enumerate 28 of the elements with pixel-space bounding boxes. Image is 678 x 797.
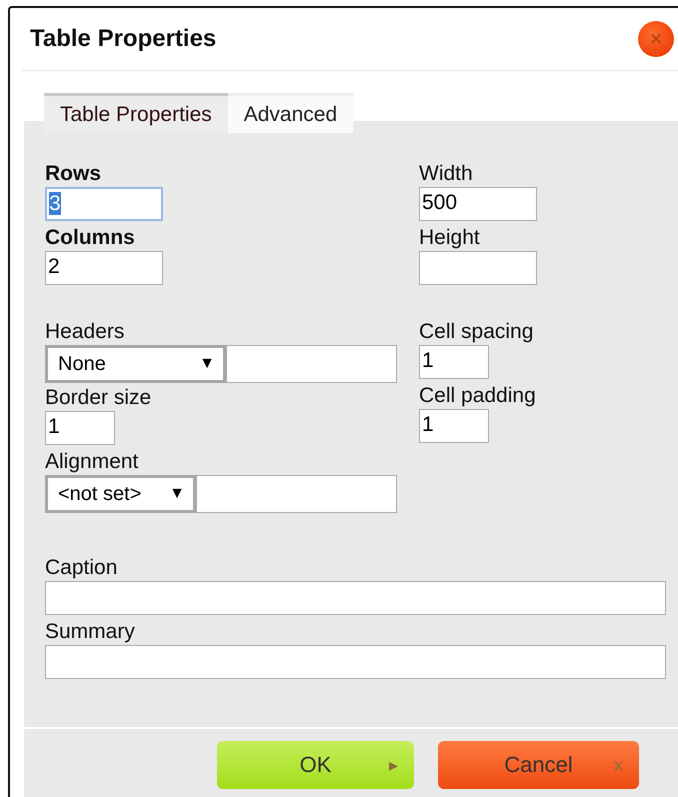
- input-field[interactable]: [196, 475, 397, 513]
- field-label: Columns: [45, 225, 135, 251]
- input-field[interactable]: 3: [45, 187, 163, 221]
- field-label: Width: [419, 161, 473, 187]
- dropdown[interactable]: <not set> ▼: [45, 475, 196, 513]
- input-field[interactable]: [45, 645, 666, 679]
- input-field[interactable]: 1: [419, 409, 489, 443]
- input-field[interactable]: [45, 581, 666, 615]
- cancel-button[interactable]: Cancel x: [438, 741, 639, 789]
- field-label: Caption: [45, 555, 118, 581]
- field-label: Summary: [45, 619, 135, 645]
- window-title: Table Properties: [30, 25, 216, 53]
- input-field[interactable]: 2: [45, 251, 163, 285]
- field-label: Headers: [45, 319, 124, 345]
- field-label: Alignment: [45, 449, 138, 475]
- tab[interactable]: Advanced: [228, 93, 354, 133]
- field-label: Cell padding: [419, 383, 536, 409]
- dropdown[interactable]: None ▼: [45, 345, 226, 383]
- field-label: Cell spacing: [419, 319, 534, 345]
- input-field[interactable]: 1: [45, 411, 115, 445]
- field-label: Height: [419, 225, 480, 251]
- input-field[interactable]: [419, 251, 537, 285]
- input-field[interactable]: [226, 345, 397, 383]
- field-label: Rows: [45, 161, 102, 187]
- ok-button[interactable]: OK ▸: [217, 741, 414, 789]
- input-field[interactable]: 1: [419, 345, 489, 379]
- field-label: Border size: [45, 385, 152, 411]
- input-field[interactable]: 500: [419, 187, 537, 221]
